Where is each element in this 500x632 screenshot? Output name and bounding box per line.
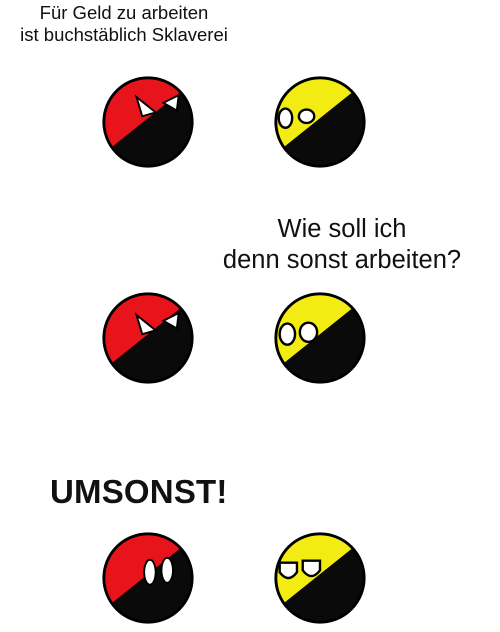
comic-panel-3: UMSONST! xyxy=(0,460,500,632)
panel3-caption: UMSONST! xyxy=(50,473,228,510)
comic-panel-2: Wie soll ich denn sonst arbeiten? xyxy=(0,210,500,460)
ancom-ball-shouting xyxy=(100,530,196,626)
ancap-ball-annoyed xyxy=(272,530,368,626)
comic-panel-1: Für Geld zu arbeiten ist buchstäblich Sk… xyxy=(0,0,500,210)
panel1-caption: Für Geld zu arbeiten ist buchstäblich Sk… xyxy=(0,2,248,46)
panel1-caption-line-2: ist buchstäblich Sklaverei xyxy=(20,24,228,45)
ancap-ball-neutral xyxy=(272,74,368,170)
panel1-caption-line-1: Für Geld zu arbeiten xyxy=(39,2,209,23)
panel2-caption-line-1: Wie soll ich xyxy=(277,215,407,243)
panel2-caption-line-2: denn sonst arbeiten? xyxy=(222,246,462,274)
ancap-ball-surprised xyxy=(272,290,368,386)
ancom-ball-angry xyxy=(100,74,196,170)
panel2-caption: Wie soll ich denn sonst arbeiten? xyxy=(212,214,472,276)
ancom-ball-angry xyxy=(100,290,196,386)
